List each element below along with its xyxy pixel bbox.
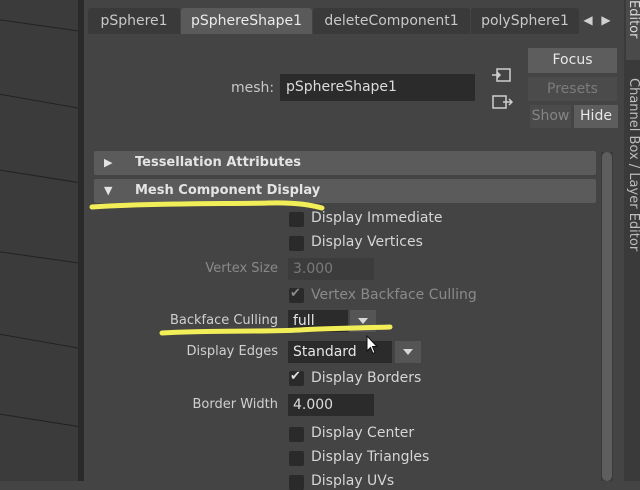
- chevron-left-icon[interactable]: ◀: [581, 12, 595, 28]
- chevron-down-icon[interactable]: [395, 341, 421, 363]
- frame-label: Mesh Component Display: [135, 183, 321, 198]
- wireframe-line: [0, 168, 78, 187]
- wireframe-line: [0, 332, 78, 353]
- display-vertices-checkbox[interactable]: [289, 236, 304, 251]
- chevron-right-icon[interactable]: ▶: [599, 12, 613, 28]
- vertex-size-field[interactable]: 3.000: [288, 258, 374, 280]
- node-tab-bar: pSphere1 pSphereShape1 deleteComponent1 …: [84, 0, 624, 40]
- panel-splitter[interactable]: [78, 0, 84, 481]
- display-uvs-label: Display UVs: [311, 473, 395, 489]
- tab-deletecomponent1[interactable]: deleteComponent1: [313, 8, 470, 34]
- display-immediate-label: Display Immediate: [311, 210, 443, 226]
- border-width-field[interactable]: 4.000: [288, 394, 374, 416]
- tab-polysphere1[interactable]: polySphere1: [471, 8, 579, 34]
- show-button[interactable]: Show: [530, 105, 571, 128]
- display-uvs-checkbox[interactable]: [289, 475, 304, 490]
- frame-tessellation-attributes[interactable]: ▶ Tessellation Attributes: [94, 151, 596, 175]
- tab-psphereshape1[interactable]: pSphereShape1: [181, 8, 312, 34]
- display-center-label: Display Center: [311, 425, 415, 441]
- display-center-checkbox[interactable]: [289, 427, 304, 442]
- mesh-name-field[interactable]: pSphereShape1: [280, 74, 475, 101]
- vertex-backface-culling-checkbox[interactable]: [289, 286, 304, 303]
- frame-label: Tessellation Attributes: [135, 155, 302, 170]
- display-borders-checkbox[interactable]: [289, 369, 304, 386]
- tab-psphere1[interactable]: pSphere1: [88, 8, 180, 34]
- wireframe-line: [0, 18, 78, 35]
- display-triangles-label: Display Triangles: [311, 449, 430, 465]
- wireframe-line: [0, 412, 78, 431]
- load-input-icon[interactable]: [491, 66, 513, 84]
- triangle-right-icon: ▶: [104, 156, 113, 169]
- triangle-down-icon: ▼: [104, 184, 113, 197]
- tab-channel-box-layer-editor[interactable]: Channel Box / Layer Editor: [626, 78, 640, 251]
- display-triangles-checkbox[interactable]: [289, 451, 304, 466]
- hide-button[interactable]: Hide: [574, 105, 618, 128]
- tab-attribute-editor[interactable]: Editor: [626, 0, 640, 60]
- side-tab-strip: Editor Channel Box / Layer Editor: [624, 0, 640, 481]
- vertex-backface-culling-label: Vertex Backface Culling: [311, 287, 477, 303]
- scrollbar-thumb[interactable]: [602, 152, 612, 481]
- border-width-label: Border Width: [192, 397, 278, 412]
- display-edges-label: Display Edges: [186, 344, 278, 359]
- chevron-down-icon[interactable]: [350, 310, 376, 332]
- backface-culling-dropdown[interactable]: full: [288, 310, 348, 332]
- display-borders-label: Display Borders: [311, 370, 422, 386]
- wireframe-line: [0, 92, 78, 113]
- display-vertices-label: Display Vertices: [311, 234, 423, 250]
- mesh-label: mesh:: [231, 80, 275, 96]
- scrollbar[interactable]: [601, 152, 613, 481]
- load-output-icon[interactable]: [491, 93, 513, 111]
- mouse-pointer-icon: [366, 335, 378, 355]
- display-immediate-checkbox[interactable]: [289, 212, 304, 227]
- viewport-panel[interactable]: [0, 0, 78, 481]
- wireframe-line: [0, 250, 78, 267]
- focus-button[interactable]: Focus: [528, 48, 617, 73]
- backface-culling-label: Backface Culling: [169, 313, 278, 328]
- vertex-size-label: Vertex Size: [205, 261, 278, 276]
- presets-button[interactable]: Presets: [528, 77, 617, 101]
- frame-mesh-component-display[interactable]: ▼ Mesh Component Display: [94, 179, 596, 203]
